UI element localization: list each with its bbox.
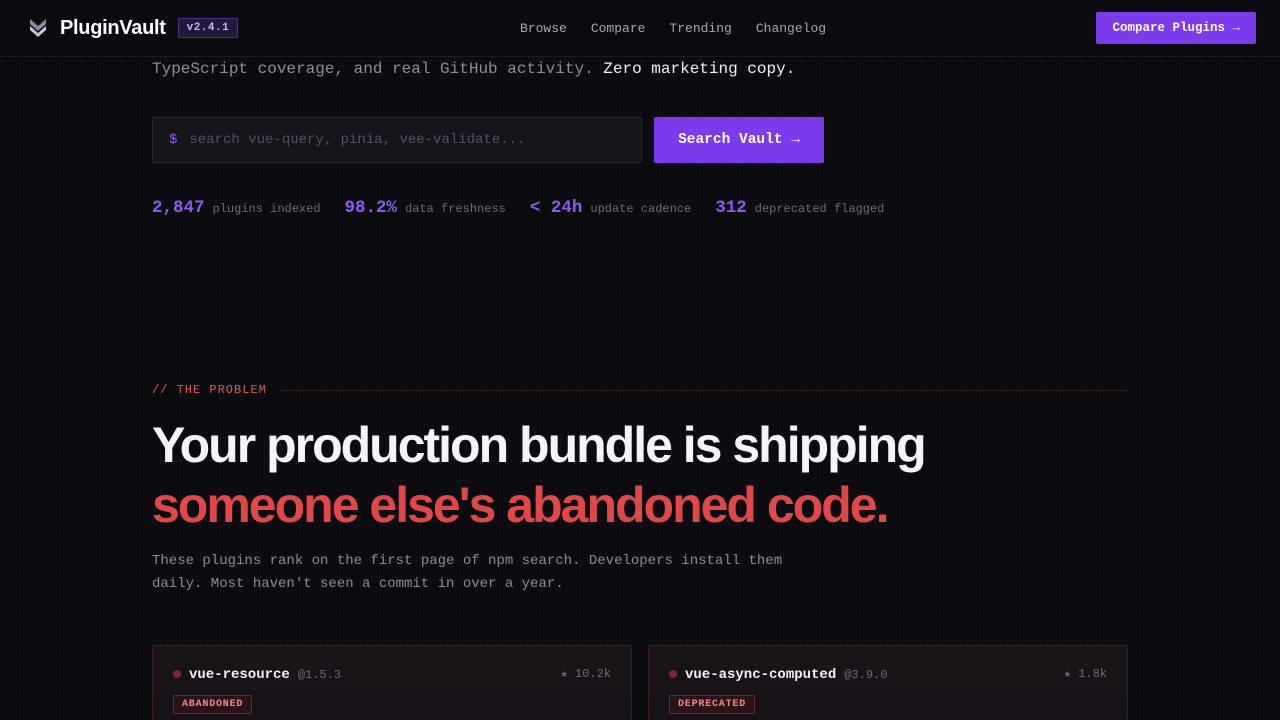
nav-links: Browse Compare Trending Changelog xyxy=(520,0,826,57)
package-version: @1.5.3 xyxy=(297,668,342,682)
star-count: ★ 10.2k xyxy=(560,667,611,681)
section-eyebrow: // THE PROBLEM xyxy=(152,383,1128,397)
star-count: ★ 1.8k xyxy=(1063,667,1107,681)
stat-label: update cadence xyxy=(590,202,692,216)
status-badge: DEPRECATED xyxy=(669,695,756,714)
top-nav: PluginVault v2.4.1 Browse Compare Trendi… xyxy=(0,0,1280,57)
search-box: $ xyxy=(152,117,642,163)
status-dot xyxy=(173,670,181,678)
body-line-2: daily. Most haven't seen a commit in ove… xyxy=(152,576,564,592)
search-input[interactable] xyxy=(189,132,625,148)
card-title: vue-resource @1.5.3 xyxy=(173,667,341,683)
headline-line-2: someone else's abandoned code. xyxy=(152,477,889,533)
plugin-card[interactable]: vue-async-computed @3.9.0 ★ 1.8k DEPRECA… xyxy=(648,645,1128,720)
stat-value: 98.2% xyxy=(344,198,398,218)
terminal-prompt: $ xyxy=(169,132,178,148)
stat-label: deprecated flagged xyxy=(754,202,885,216)
package-name: vue-async-computed xyxy=(685,667,837,683)
stat-value: 2,847 xyxy=(152,198,205,218)
compare-plugins-button[interactable]: Compare Plugins → xyxy=(1096,12,1256,44)
section-body: These plugins rank on the first page of … xyxy=(152,550,812,596)
stat-value: < 24h xyxy=(529,198,583,218)
card-title: vue-async-computed @3.9.0 xyxy=(669,667,887,683)
stat-update-cadence: < 24h update cadence xyxy=(530,198,691,218)
hero-subtitle-strong: Zero marketing copy. xyxy=(603,60,796,78)
stats-row: 2,847 plugins indexed 98.2% data freshne… xyxy=(152,198,908,218)
stat-data-freshness: 98.2% data freshness xyxy=(345,198,506,218)
status-dot xyxy=(669,670,677,678)
eyebrow-label: // THE PROBLEM xyxy=(152,383,267,397)
stat-label: data freshness xyxy=(405,202,506,216)
stat-label: plugins indexed xyxy=(212,202,321,216)
stat-deprecated-flagged: 312 deprecated flagged xyxy=(715,198,884,218)
search-vault-button[interactable]: Search Vault → xyxy=(654,117,824,163)
body-line-1: These plugins rank on the first page of … xyxy=(152,553,783,569)
headline-line-1: Your production bundle is shipping xyxy=(152,417,927,473)
hero-subtitle-text: TypeScript coverage, and real GitHub act… xyxy=(152,60,594,78)
nav-link-trending[interactable]: Trending xyxy=(669,21,731,36)
plugin-card[interactable]: vue-resource @1.5.3 ★ 10.2k ABANDONED xyxy=(152,645,632,720)
nav-link-browse[interactable]: Browse xyxy=(520,21,567,36)
brand-name[interactable]: PluginVault xyxy=(60,17,166,40)
divider xyxy=(280,389,1128,391)
section-headline: Your production bundle is shipping someo… xyxy=(152,415,927,535)
nav-link-compare[interactable]: Compare xyxy=(591,21,646,36)
status-badge: ABANDONED xyxy=(173,695,253,714)
hero-subtitle: TypeScript coverage, and real GitHub act… xyxy=(152,60,795,78)
logo-icon xyxy=(30,19,46,37)
stat-plugins-indexed: 2,847 plugins indexed xyxy=(152,198,321,218)
nav-link-changelog[interactable]: Changelog xyxy=(756,21,826,36)
package-name: vue-resource xyxy=(189,667,290,683)
version-badge: v2.4.1 xyxy=(177,18,239,38)
package-version: @3.9.0 xyxy=(844,668,888,682)
stat-value: 312 xyxy=(715,198,747,218)
